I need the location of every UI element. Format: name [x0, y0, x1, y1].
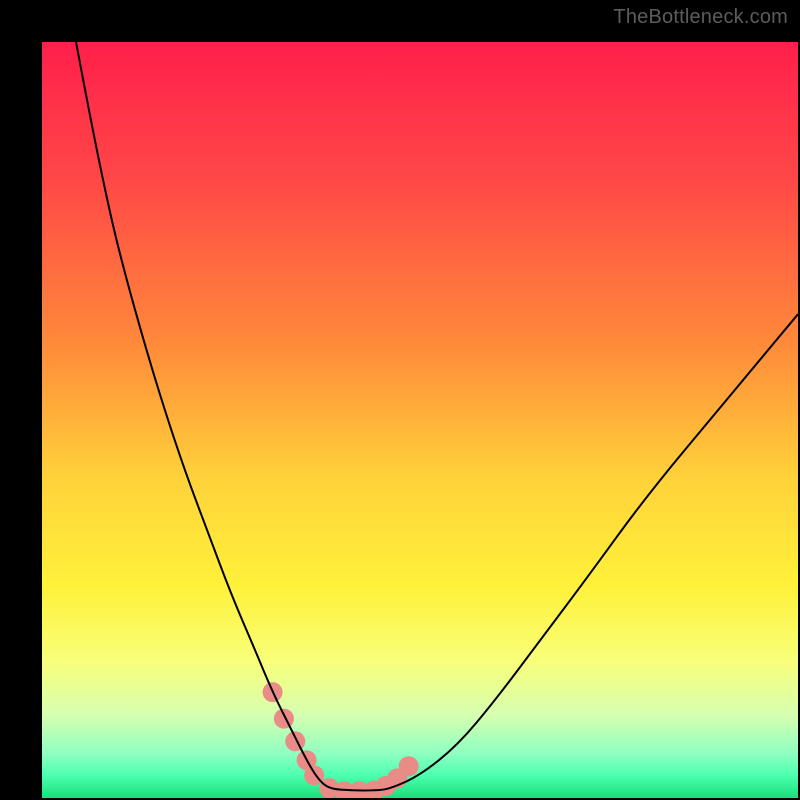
highlight-dots [263, 682, 419, 798]
highlight-dot [274, 709, 294, 729]
chart-frame: TheBottleneck.com [0, 0, 800, 800]
highlight-dot [285, 731, 305, 751]
plot-area [42, 42, 798, 798]
chart-canvas [42, 42, 798, 798]
bottleneck-curve [76, 42, 798, 790]
watermark-label: TheBottleneck.com [613, 6, 788, 29]
highlight-dot [399, 756, 419, 776]
